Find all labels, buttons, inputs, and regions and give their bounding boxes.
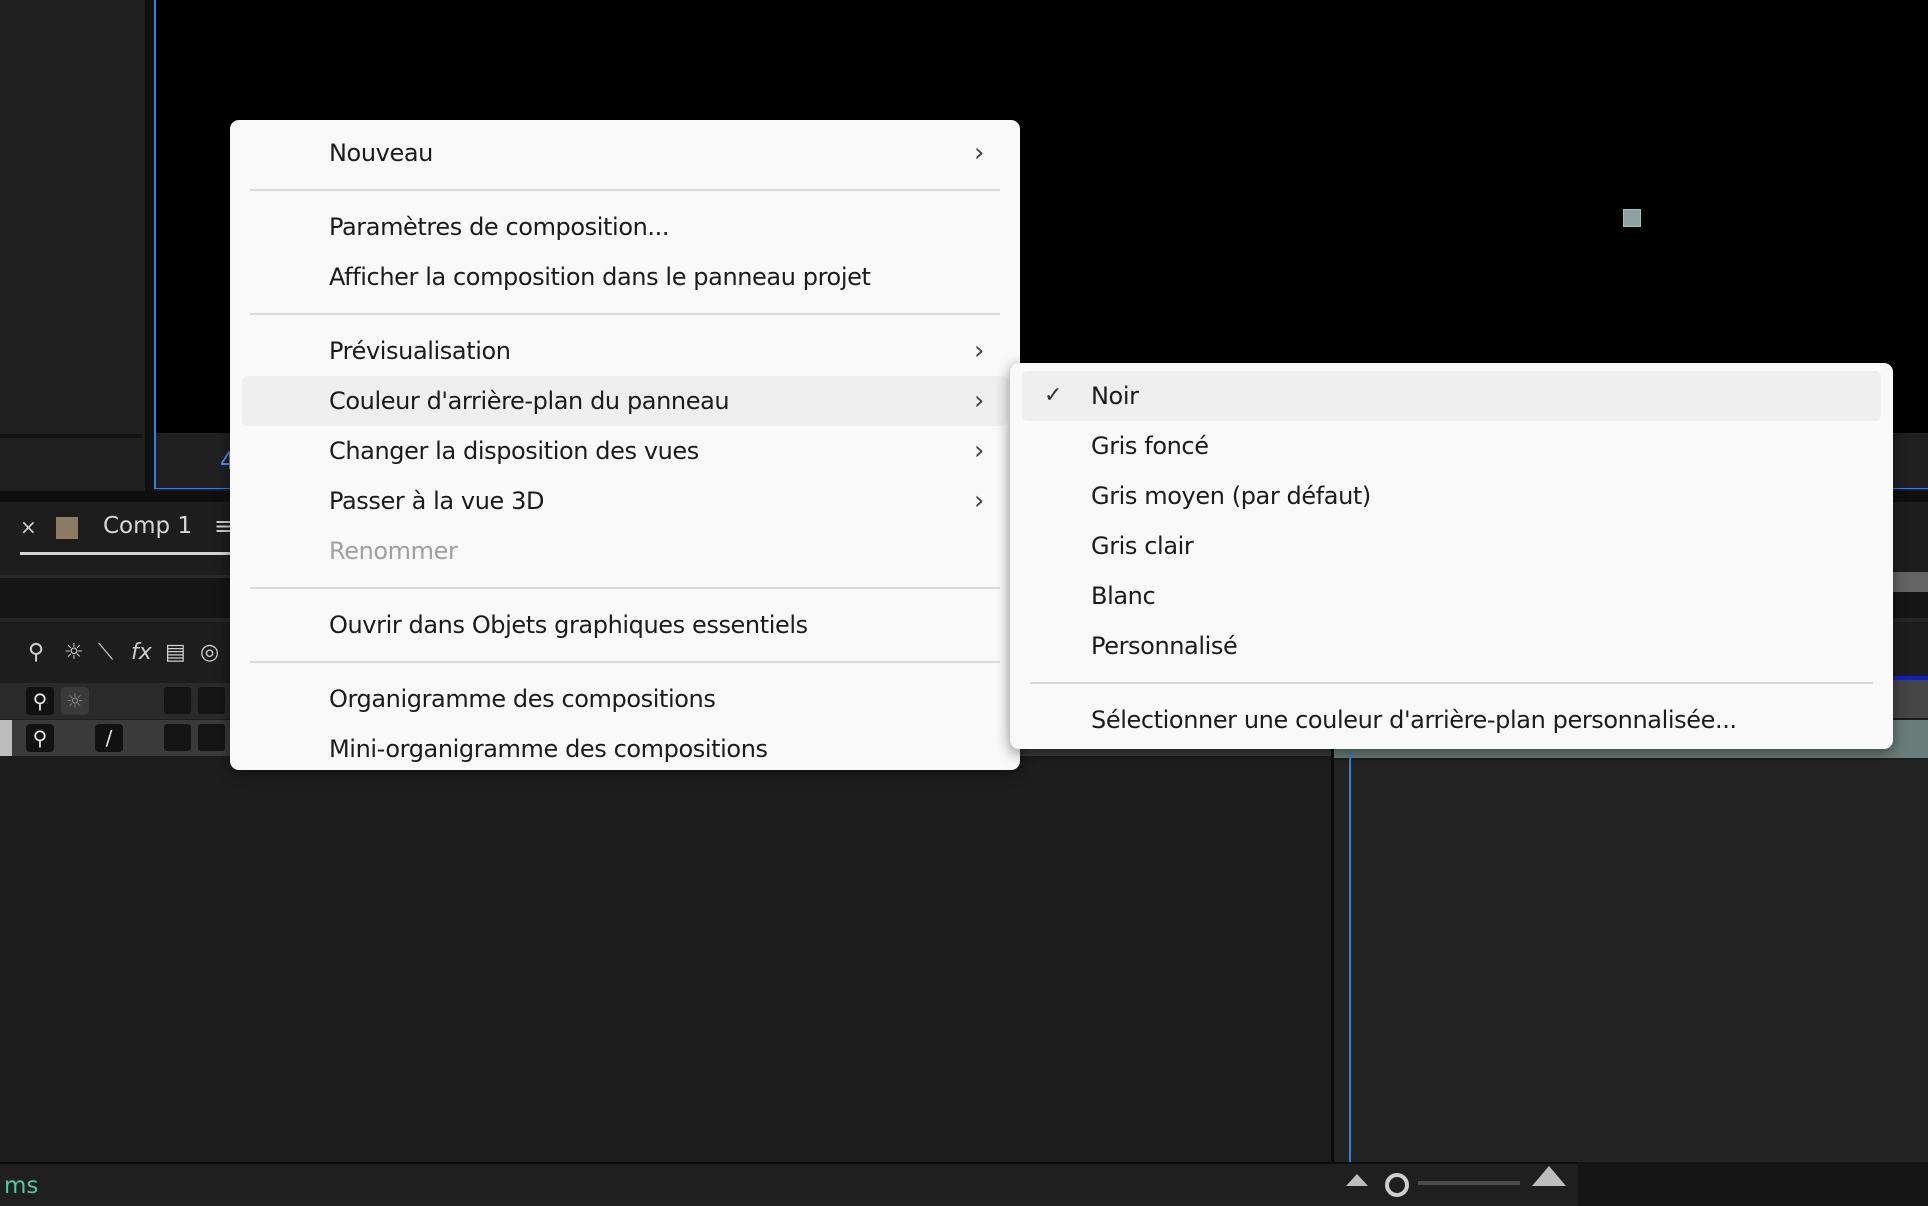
- menu-item-label: Couleur d'arrière-plan du panneau: [329, 387, 730, 415]
- zoom-in-icon[interactable]: [1532, 1166, 1566, 1186]
- menu-item-label: Paramètres de composition...: [329, 213, 670, 241]
- switch-box[interactable]: [164, 724, 191, 751]
- menu-item-label: Mini-organigramme des compositions: [329, 735, 768, 763]
- menu-item-gris-clair[interactable]: Gris clair: [1022, 521, 1881, 571]
- comp-color-swatch: [56, 517, 78, 539]
- menu-item-personnalise[interactable]: Personnalisé: [1022, 621, 1881, 671]
- playhead[interactable]: [1349, 750, 1351, 1163]
- layer-label-color: [0, 720, 12, 756]
- checkmark-icon: ✓: [1044, 383, 1063, 408]
- switch-box[interactable]: [198, 687, 225, 714]
- menu-item-changer-la-disposition-des-vues[interactable]: Changer la disposition des vues ›: [242, 426, 1008, 476]
- close-tab-icon[interactable]: ×: [20, 515, 37, 539]
- menu-item-label: Blanc: [1091, 582, 1156, 610]
- menu-item-organigramme-des-compositions[interactable]: Organigramme des compositions: [242, 674, 1008, 724]
- menu-item-parametres-de-composition[interactable]: Paramètres de composition...: [242, 202, 1008, 252]
- zoom-out-icon[interactable]: [1346, 1174, 1368, 1186]
- menu-item-label: Nouveau: [329, 139, 433, 167]
- menu-separator: [250, 313, 1000, 315]
- menu-item-label: Gris clair: [1091, 532, 1194, 560]
- active-tab-indicator: [20, 552, 232, 555]
- solo-icon[interactable]: ☼: [64, 640, 84, 665]
- quality-icon[interactable]: ⟍: [98, 640, 113, 665]
- chevron-right-icon: ›: [974, 138, 984, 168]
- panel-resize-gutter[interactable]: [145, 0, 154, 492]
- fx-icon[interactable]: fx: [131, 640, 152, 665]
- menu-separator: [250, 189, 1000, 191]
- motion-blur-icon[interactable]: ◎: [200, 640, 219, 665]
- menu-item-ouvrir-dans-objets-graphiques-essentiels[interactable]: Ouvrir dans Objets graphiques essentiels: [242, 600, 1008, 650]
- menu-item-blanc[interactable]: Blanc: [1022, 571, 1881, 621]
- status-text[interactable]: ms: [4, 1173, 38, 1199]
- zoom-slider-handle[interactable]: [1385, 1173, 1409, 1197]
- status-bar-right: [1578, 1162, 1928, 1206]
- menu-item-label: Afficher la composition dans le panneau …: [329, 263, 871, 291]
- menu-item-couleur-d-arriere-plan-du-panneau[interactable]: Couleur d'arrière-plan du panneau ›: [242, 376, 1008, 426]
- menu-item-noir[interactable]: ✓ Noir: [1022, 371, 1881, 421]
- zoom-slider-track[interactable]: [1418, 1181, 1520, 1185]
- collapse-switch-icon[interactable]: ☼: [61, 687, 89, 715]
- chevron-right-icon: ›: [974, 486, 984, 516]
- shy-icon[interactable]: ⚲: [28, 640, 44, 665]
- chevron-right-icon: ›: [974, 386, 984, 416]
- tab-comp-1[interactable]: Comp 1: [103, 513, 192, 539]
- menu-separator: [250, 587, 1000, 589]
- menu-item-label: Gris moyen (par défaut): [1091, 482, 1371, 510]
- menu-item-selectionner-une-couleur-d-arriere-plan-personnalisee[interactable]: Sélectionner une couleur d'arrière-plan …: [1022, 695, 1881, 745]
- menu-item-label: Organigramme des compositions: [329, 685, 716, 713]
- context-menu: Nouveau › Paramètres de composition... Affi…: [230, 120, 1020, 770]
- switch-box[interactable]: [164, 687, 191, 714]
- shy-switch-icon[interactable]: ⚲: [26, 724, 54, 752]
- menu-item-label: Ouvrir dans Objets graphiques essentiels: [329, 611, 808, 639]
- switches-header: ⚲ ☼ ⟍ fx ▤ ◎: [0, 640, 240, 680]
- menu-item-renommer: Renommer: [242, 526, 1008, 576]
- menu-item-label: Gris foncé: [1091, 432, 1209, 460]
- menu-item-label: Sélectionner une couleur d'arrière-plan …: [1091, 706, 1737, 734]
- switch-box[interactable]: [198, 724, 225, 751]
- chevron-right-icon: ›: [974, 436, 984, 466]
- menu-separator: [250, 661, 1000, 663]
- menu-item-label: Personnalisé: [1091, 632, 1238, 660]
- menu-item-gris-moyen-par-defaut[interactable]: Gris moyen (par défaut): [1022, 471, 1881, 521]
- menu-item-gris-fonce[interactable]: Gris foncé: [1022, 421, 1881, 471]
- frame-blend-icon[interactable]: ▤: [165, 640, 186, 665]
- shy-switch-icon[interactable]: ⚲: [26, 687, 54, 715]
- menu-item-label: Prévisualisation: [329, 337, 511, 365]
- project-panel: [0, 0, 145, 492]
- menu-item-mini-organigramme-des-compositions[interactable]: Mini-organigramme des compositions: [242, 724, 1008, 774]
- background-color-submenu: ✓ Noir Gris foncé Gris moyen (par défaut) Gr…: [1010, 363, 1893, 749]
- menu-item-afficher-la-composition-dans-le-panneau-projet[interactable]: Afficher la composition dans le panneau …: [242, 252, 1008, 302]
- project-panel-divider: [0, 434, 142, 438]
- menu-item-previsualisation[interactable]: Prévisualisation ›: [242, 326, 1008, 376]
- menu-item-passer-a-la-vue-3d[interactable]: Passer à la vue 3D ›: [242, 476, 1008, 526]
- menu-item-label: Changer la disposition des vues: [329, 437, 699, 465]
- chevron-right-icon: ›: [974, 336, 984, 366]
- quality-switch-icon[interactable]: /: [95, 724, 123, 752]
- menu-item-label: Passer à la vue 3D: [329, 487, 545, 515]
- comp-layer-thumbnail[interactable]: [1623, 209, 1641, 227]
- menu-item-label: Noir: [1091, 382, 1139, 410]
- menu-item-nouveau[interactable]: Nouveau ›: [242, 128, 1008, 178]
- menu-separator: [1030, 682, 1873, 684]
- timeline-track-area[interactable]: [1334, 760, 1928, 1163]
- menu-item-label: Renommer: [329, 537, 458, 565]
